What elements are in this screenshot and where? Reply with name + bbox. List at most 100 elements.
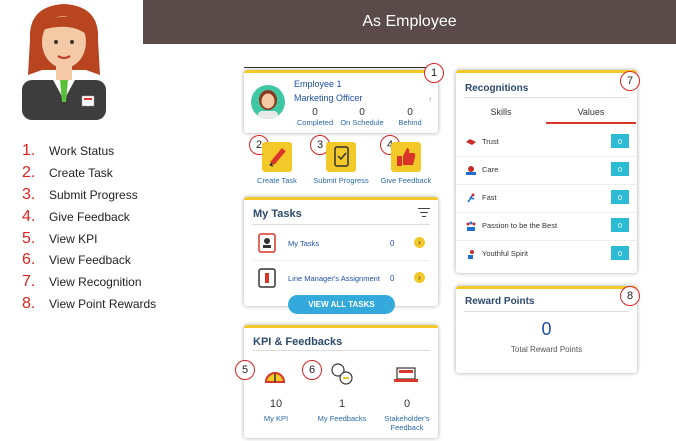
legend-number: 2. [22, 163, 36, 181]
my-tasks-card: My Tasks My Tasks 0 › Line Manager's Ass… [244, 197, 438, 306]
callout-badge: 7 [620, 71, 640, 91]
care-hands-icon [466, 166, 476, 175]
stat-completed[interactable]: 0 Completed [294, 107, 336, 127]
task-label: Line Manager's Assignment [288, 274, 380, 283]
task-label: My Tasks [288, 239, 320, 248]
recognition-row[interactable]: Care 0 [456, 157, 637, 185]
task-count: 0 [390, 239, 395, 248]
tab-values[interactable]: Values [546, 107, 636, 117]
chevron-right-icon[interactable]: › [414, 272, 425, 283]
kpi-value: 10 [269, 398, 283, 410]
stat-value: 0 [312, 107, 318, 118]
stat-value: 0 [407, 107, 413, 118]
employee-avatar-illustration [22, 4, 106, 120]
legend-item: 5. View KPI [22, 230, 202, 252]
view-all-tasks-button[interactable]: VIEW ALL TASKS [288, 295, 395, 314]
running-icon [467, 193, 475, 203]
submit-progress-button[interactable] [326, 142, 356, 172]
legend-number: 1. [22, 142, 36, 159]
legend-number: 4. [22, 207, 36, 225]
legend-item: 2. Create Task [22, 164, 202, 186]
legend-label: Create Task [49, 165, 113, 180]
stat-on-schedule[interactable]: 0 On Schedule [340, 107, 384, 127]
recognition-row[interactable]: Passion to be the Best 0 [456, 213, 637, 241]
legend-label: View Point Rewards [49, 297, 157, 312]
legend-label: Give Feedback [49, 209, 130, 224]
legend-item: 3. Submit Progress [22, 186, 202, 208]
recognitions-title: Recognitions [465, 83, 529, 94]
recognition-row[interactable]: Trust 0 [456, 129, 637, 157]
thumbs-up-icon [397, 148, 416, 166]
stat-value: 0 [359, 107, 365, 118]
kpi-feedbacks-card: KPI & Feedbacks 10 My KPI 1 My Feedbacks… [244, 325, 438, 438]
callout-badge: 6 [302, 360, 322, 380]
recognition-label: Care [482, 165, 499, 174]
divider [464, 97, 629, 98]
team-icon [466, 221, 476, 231]
legend-label: View Feedback [49, 253, 131, 268]
recognition-row[interactable]: Fast 0 [456, 185, 637, 213]
legend-item: 6. View Feedback [22, 251, 202, 273]
give-feedback-button[interactable] [391, 142, 421, 172]
recognitions-card: Recognitions Skills Values Trust 0 Care … [456, 70, 637, 273]
legend-label: Submit Progress [49, 187, 138, 202]
callout-badge: 1 [424, 63, 444, 83]
filter-icon[interactable] [418, 207, 430, 218]
callout-badge: 8 [620, 286, 640, 306]
task-count: 0 [390, 274, 395, 283]
legend-number: 6. [22, 251, 36, 269]
recognition-label: Fast [482, 193, 497, 202]
divider [252, 224, 430, 225]
reward-value: 0 [541, 319, 552, 339]
submit-progress-label[interactable]: Submit Progress [306, 176, 376, 185]
more-icon[interactable]: ↑ [428, 95, 432, 104]
my-feedbacks-link[interactable]: My Feedbacks [312, 414, 372, 423]
employee-name: Employee 1 [294, 79, 342, 89]
recognition-count: 0 [611, 190, 629, 204]
recognition-label: Trust [482, 137, 499, 146]
create-task-label[interactable]: Create Task [250, 176, 304, 185]
employee-role: Marketing Officer [294, 93, 363, 103]
create-task-button[interactable] [262, 142, 292, 172]
stakeholder-value: 0 [403, 398, 411, 410]
tab-skills[interactable]: Skills [456, 107, 546, 117]
laptop-icon[interactable] [394, 366, 418, 384]
feedback-value: 1 [338, 398, 346, 410]
reward-points-card[interactable]: Reward Points 0 Total Reward Points [456, 286, 637, 373]
gauge-icon[interactable] [264, 366, 286, 386]
youthful-spirit-icon [468, 250, 474, 259]
feature-legend: 1. Work Status 2. Create Task 3. Submit Pro… [22, 142, 202, 317]
give-feedback-label[interactable]: Give Feedback [378, 176, 434, 185]
tablet-icon [334, 146, 349, 167]
legend-label: View KPI [49, 231, 98, 246]
chevron-right-icon[interactable]: › [414, 237, 425, 248]
legend-item: 8. View Point Rewards [22, 295, 202, 317]
feedback-search-icon[interactable] [330, 362, 354, 386]
divider [244, 67, 438, 68]
tasks-title: My Tasks [253, 208, 302, 220]
recognition-count: 0 [611, 162, 629, 176]
pencil-icon [269, 148, 286, 167]
employee-photo [251, 85, 285, 119]
recognition-label: Passion to be the Best [482, 221, 558, 230]
stakeholder-feedback-link[interactable]: Stakeholder's Feedback [382, 414, 432, 432]
reward-title: Reward Points [465, 296, 535, 307]
callout-badge: 5 [235, 360, 255, 380]
kpi-title: KPI & Feedbacks [253, 336, 343, 348]
work-status-card[interactable]: Employee 1 Marketing Officer ↑ 0 Complet… [244, 70, 438, 133]
my-kpi-link[interactable]: My KPI [256, 414, 296, 423]
legend-item: 7. View Recognition [22, 273, 202, 295]
divider [252, 350, 430, 351]
recognition-count: 0 [611, 134, 629, 148]
legend-label: Work Status [49, 144, 115, 158]
recognition-row[interactable]: Youthful Spirit 0 [456, 241, 637, 268]
divider [252, 260, 430, 261]
legend-number: 3. [22, 185, 36, 203]
legend-number: 8. [22, 295, 36, 313]
stat-behind[interactable]: 0 Behind [390, 107, 430, 127]
legend-number: 5. [22, 229, 36, 247]
handshake-icon [466, 139, 476, 145]
task-row[interactable]: Line Manager's Assignment 0 › [244, 264, 438, 292]
recognition-label: Youthful Spirit [482, 249, 529, 258]
task-row[interactable]: My Tasks 0 › [244, 229, 438, 257]
